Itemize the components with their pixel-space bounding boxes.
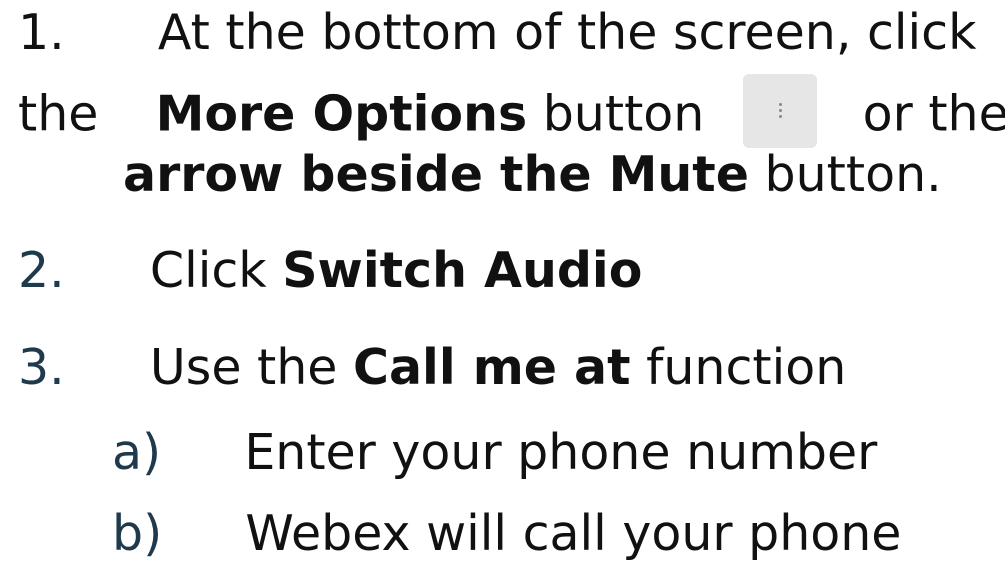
- more-options-icon: [743, 74, 818, 148]
- sub-item-b-marker: b): [112, 505, 163, 562]
- call-me-at-label: Call me at: [353, 339, 631, 396]
- step-3-text-post: function: [646, 339, 847, 396]
- step-1-line-3: arrow beside the Mute button.: [123, 150, 942, 199]
- step-2-text: Click: [149, 242, 267, 299]
- step-1-button-word: button: [542, 85, 705, 143]
- step-1-text-a: At the bottom of the screen, click: [157, 4, 977, 61]
- sub-item-b-text: Webex will call your phone: [245, 505, 902, 562]
- step-3-line: 3. Use the Call me at function: [18, 343, 846, 392]
- step-1-line-1: 1. At the bottom of the screen, click: [18, 8, 976, 57]
- switch-audio-label: Switch Audio: [282, 242, 643, 299]
- step-2-number: 2.: [18, 242, 65, 299]
- step-1-button-end: button.: [764, 146, 942, 203]
- step-1-or-the: or the: [862, 85, 1005, 143]
- sub-item-a-text: Enter your phone number: [244, 424, 878, 481]
- sub-item-b: b) Webex will call your phone: [112, 509, 901, 558]
- step-3-text-pre: Use the: [149, 339, 338, 396]
- arrow-beside-mute-label: arrow beside the Mute: [123, 146, 749, 203]
- step-1-line-2: the More Options button or the: [18, 74, 1005, 154]
- step-1-the: the: [18, 85, 99, 143]
- step-3-number: 3.: [18, 339, 65, 396]
- sub-item-a-marker: a): [112, 424, 162, 481]
- more-options-label: More Options: [155, 85, 528, 143]
- step-1-number: 1.: [18, 4, 65, 61]
- step-2-line: 2. Click Switch Audio: [18, 246, 642, 295]
- sub-item-a: a) Enter your phone number: [112, 428, 877, 477]
